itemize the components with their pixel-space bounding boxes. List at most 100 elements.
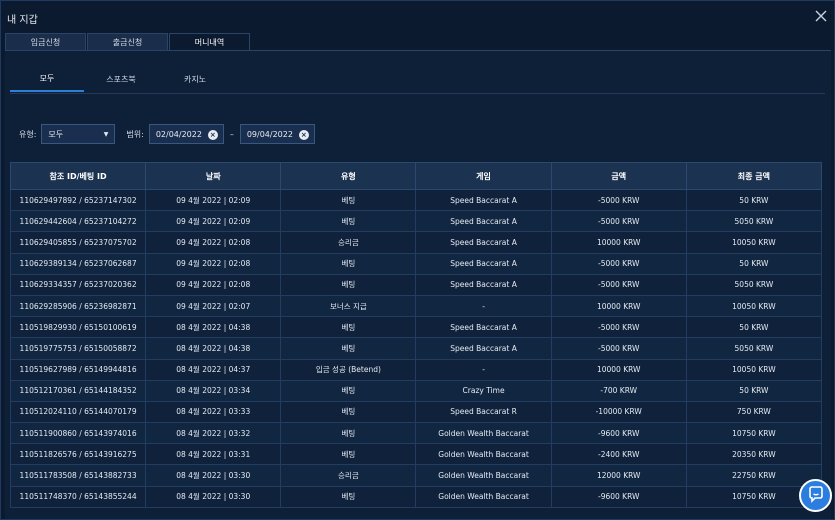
cell-game: Speed Baccarat A: [415, 273, 552, 296]
header-type: 유형: [280, 162, 417, 190]
cell-amount: 10000 KRW: [550, 294, 687, 318]
cell-amount: -5000 KRW: [550, 188, 687, 212]
table-row: 110629334357 / 65237020362 09 4월 2022 | 0…: [10, 273, 822, 296]
cell-type: 베팅: [280, 443, 417, 466]
table-header-row: 참조 ID/베팅 ID 날짜 유형 게임 금액 최종 금액: [10, 162, 822, 190]
title-bar: 내 지갑: [1, 1, 835, 33]
cell-final-amount: 10750 KRW: [685, 422, 822, 445]
table-row: 110511783508 / 65143882733 08 4월 2022 | 0…: [10, 464, 822, 487]
date-to-input[interactable]: 09/04/2022 ×: [239, 124, 315, 144]
cell-date: 08 4월 2022 | 03:32: [145, 422, 282, 445]
sub-tabs: 모두 스포츠북 카지노: [10, 66, 232, 92]
cell-ref-id: 110511900860 / 65143974016: [10, 422, 147, 445]
clear-icon[interactable]: ×: [207, 130, 218, 140]
cell-game: Speed Baccarat R: [415, 400, 552, 424]
cell-type: 보너스 지급: [280, 294, 417, 318]
cell-ref-id: 110629497892 / 65237147302: [10, 188, 147, 212]
cell-game: Speed Baccarat A: [415, 188, 552, 212]
cell-type: 베팅: [280, 188, 417, 212]
cell-ref-id: 110519627989 / 65149944816: [10, 358, 147, 381]
table-row: 110519775753 / 65150058872 08 4월 2022 | 0…: [10, 337, 822, 360]
cell-date: 09 4월 2022 | 02:09: [145, 188, 282, 212]
table-row: 110512170361 / 65144184352 08 4월 2022 | 0…: [10, 379, 822, 402]
type-select[interactable]: 모두 ▼: [41, 124, 116, 144]
table-row: 110519627989 / 65149944816 08 4월 2022 | 0…: [10, 358, 822, 381]
cell-game: Crazy Time: [415, 379, 552, 402]
history-table: 참조 ID/베팅 ID 날짜 유형 게임 금액 최종 금액 1106294978…: [10, 162, 822, 508]
cell-final-amount: 50 KRW: [685, 316, 822, 339]
cell-date: 09 4월 2022 | 02:08: [145, 273, 282, 296]
cell-final-amount: 50 KRW: [685, 379, 822, 402]
cell-type: 베팅: [280, 485, 417, 508]
header-final-amount: 최종 금액: [685, 162, 822, 190]
cell-type: 베팅: [280, 400, 417, 424]
cell-game: Golden Wealth Baccarat: [415, 443, 552, 466]
table-row: 110629285906 / 65236982871 09 4월 2022 | 0…: [10, 294, 822, 318]
cell-amount: -5000 KRW: [550, 273, 687, 296]
date-to-value: 09/04/2022: [246, 129, 293, 139]
cell-game: Speed Baccarat A: [415, 252, 552, 275]
cell-game: Golden Wealth Baccarat: [415, 485, 552, 508]
cell-ref-id: 110629405855 / 65237075702: [10, 231, 147, 254]
cell-game: -: [415, 358, 552, 381]
sub-tab-all[interactable]: 모두: [10, 66, 84, 92]
cell-game: Speed Baccarat A: [415, 316, 552, 339]
cell-game: -: [415, 294, 552, 318]
cell-game: Speed Baccarat A: [415, 210, 552, 233]
cell-final-amount: 5050 KRW: [685, 337, 822, 360]
cell-final-amount: 5050 KRW: [685, 273, 822, 296]
table-row: 110511748370 / 65143855244 08 4월 2022 | 0…: [10, 485, 822, 508]
cell-date: 08 4월 2022 | 04:38: [145, 337, 282, 360]
header-game: 게임: [415, 162, 552, 190]
type-label: 유형:: [19, 129, 37, 139]
cell-amount: 10000 KRW: [550, 358, 687, 381]
sub-tab-sportsbook[interactable]: 스포츠북: [84, 66, 158, 92]
cell-amount: -5000 KRW: [550, 252, 687, 275]
cell-date: 09 4월 2022 | 02:09: [145, 210, 282, 233]
cell-amount: -9600 KRW: [550, 485, 687, 508]
cell-game: Golden Wealth Baccarat: [415, 464, 552, 487]
cell-date: 08 4월 2022 | 04:38: [145, 316, 282, 339]
cell-date: 09 4월 2022 | 02:08: [145, 252, 282, 275]
cell-type: 베팅: [280, 252, 417, 275]
clear-icon[interactable]: ×: [298, 130, 309, 140]
cell-ref-id: 110629389134 / 65237062687: [10, 252, 147, 275]
cell-type: 베팅: [280, 379, 417, 402]
cell-date: 08 4월 2022 | 03:30: [145, 485, 282, 508]
tab-withdraw-request[interactable]: 출금신청: [87, 33, 168, 51]
cell-ref-id: 110511826576 / 65143916275: [10, 443, 147, 466]
cell-amount: -9600 KRW: [550, 422, 687, 445]
cell-date: 08 4월 2022 | 03:31: [145, 443, 282, 466]
sub-tab-casino[interactable]: 카지노: [158, 66, 232, 92]
cell-ref-id: 110519775753 / 65150058872: [10, 337, 147, 360]
window-title: 내 지갑: [7, 15, 38, 26]
cell-ref-id: 110512170361 / 65144184352: [10, 379, 147, 402]
cell-final-amount: 50 KRW: [685, 188, 822, 212]
cell-final-amount: 22750 KRW: [685, 464, 822, 487]
tab-money-history[interactable]: 머니내역: [169, 33, 250, 51]
close-icon[interactable]: [814, 9, 828, 23]
range-label: 범위:: [126, 129, 144, 139]
cell-amount: -2400 KRW: [550, 443, 687, 466]
cell-final-amount: 10050 KRW: [685, 294, 822, 318]
header-amount: 금액: [550, 162, 687, 190]
header-ref-id: 참조 ID/베팅 ID: [10, 162, 147, 190]
cell-ref-id: 110629285906 / 65236982871: [10, 294, 147, 318]
filter-bar: 유형: 모두 ▼ 범위: 02/04/2022 × – 09/04/2022 ×: [19, 124, 315, 144]
cell-type: 베팅: [280, 337, 417, 360]
tab-deposit-request[interactable]: 입금신청: [5, 33, 86, 51]
cell-type: 입금 성공 (Betend): [280, 358, 417, 381]
chat-button[interactable]: [799, 479, 832, 512]
cell-amount: -700 KRW: [550, 379, 687, 402]
date-from-input[interactable]: 02/04/2022 ×: [148, 124, 224, 144]
table-row: 110629389134 / 65237062687 09 4월 2022 | 0…: [10, 252, 822, 275]
cell-type: 승리금: [280, 231, 417, 254]
cell-ref-id: 110629334357 / 65237020362: [10, 273, 147, 296]
table-row: 110629405855 / 65237075702 09 4월 2022 | 0…: [10, 231, 822, 254]
cell-game: Golden Wealth Baccarat: [415, 422, 552, 445]
chevron-down-icon: ▼: [103, 131, 109, 138]
cell-type: 승리금: [280, 464, 417, 487]
cell-type: 베팅: [280, 210, 417, 233]
history-table-wrap[interactable]: 참조 ID/베팅 ID 날짜 유형 게임 금액 최종 금액 1106294978…: [10, 162, 822, 519]
money-history-panel: 모두 스포츠북 카지노 유형: 모두 ▼ 범위: 02/04/2022 × – …: [5, 51, 831, 519]
